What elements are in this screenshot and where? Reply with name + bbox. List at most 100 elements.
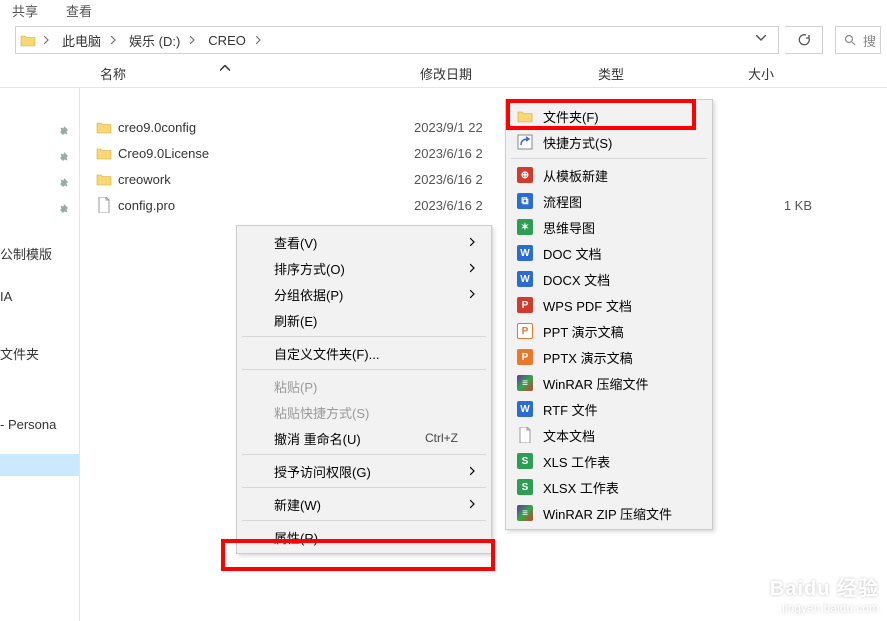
nav-group[interactable]: IA bbox=[0, 285, 79, 308]
menu-label: 粘贴(P) bbox=[274, 377, 317, 396]
chevron-right-icon bbox=[470, 497, 478, 512]
menu-separator bbox=[242, 520, 486, 521]
menu-separator bbox=[242, 369, 486, 370]
menu-label: WinRAR 压缩文件 bbox=[543, 374, 648, 393]
header-size[interactable]: 大小 bbox=[742, 60, 822, 87]
menu-label: PPT 演示文稿 bbox=[543, 322, 624, 341]
file-name: config.pro bbox=[118, 198, 414, 213]
history-dropdown-icon[interactable] bbox=[746, 27, 776, 53]
address-bar[interactable]: 此电脑 娱乐 (D:) CREO bbox=[15, 26, 779, 54]
context-menu: 查看(V) 排序方式(O) 分组依据(P) 刷新(E) 自定义文件夹(F)...… bbox=[236, 225, 492, 554]
watermark-brand: Baidu 经验 bbox=[770, 572, 879, 601]
folder-icon bbox=[94, 120, 114, 134]
menu-sort[interactable]: 排序方式(O) bbox=[240, 255, 488, 281]
refresh-button[interactable] bbox=[785, 26, 823, 54]
menu-new-wpspdf[interactable]: PWPS PDF 文档 bbox=[509, 292, 709, 318]
menu-label: DOC 文档 bbox=[543, 244, 602, 263]
menu-new-rar[interactable]: ≡WinRAR 压缩文件 bbox=[509, 370, 709, 396]
file-icon bbox=[94, 197, 114, 213]
search-icon bbox=[844, 34, 857, 47]
menu-label: 授予访问权限(G) bbox=[274, 462, 371, 481]
header-type[interactable]: 类型 bbox=[592, 60, 742, 87]
menu-separator bbox=[511, 158, 707, 159]
file-name: creo9.0config bbox=[118, 120, 414, 135]
menu-new-pptx[interactable]: P PPTX 演示文稿 bbox=[509, 344, 709, 370]
pinned-item[interactable] bbox=[0, 144, 79, 170]
file-row[interactable]: config.pro 2023/6/16 2 1 KB bbox=[80, 192, 887, 218]
menu-new-rtf[interactable]: WRTF 文件 bbox=[509, 396, 709, 422]
file-row[interactable]: Creo9.0License 2023/6/16 2 bbox=[80, 140, 887, 166]
menu-new-docx[interactable]: WDOCX 文档 bbox=[509, 266, 709, 292]
sort-indicator-icon bbox=[220, 59, 230, 74]
header-date[interactable]: 修改日期 bbox=[414, 60, 592, 87]
chevron-right-icon bbox=[470, 235, 478, 250]
menu-new-doc[interactable]: WDOC 文档 bbox=[509, 240, 709, 266]
menu-label: 撤消 重命名(U) bbox=[274, 429, 361, 448]
menu-label: 属性(R) bbox=[274, 528, 318, 547]
menu-new-shortcut[interactable]: 快捷方式(S) bbox=[509, 129, 709, 155]
pptx-icon: P bbox=[515, 347, 535, 367]
menu-new-flowchart[interactable]: ⧉ 流程图 bbox=[509, 188, 709, 214]
menu-new[interactable]: 新建(W) bbox=[240, 491, 488, 517]
nav-group-selected[interactable] bbox=[0, 454, 79, 476]
chevron-down-icon[interactable] bbox=[38, 27, 58, 53]
chevron-right-icon bbox=[470, 261, 478, 276]
tab-view[interactable]: 查看 bbox=[66, 1, 92, 20]
chevron-right-icon bbox=[470, 287, 478, 302]
file-row[interactable]: creowork 2023/6/16 2 bbox=[80, 166, 887, 192]
menu-undo[interactable]: 撤消 重命名(U)Ctrl+Z bbox=[240, 425, 488, 451]
chevron-right-icon[interactable] bbox=[250, 27, 270, 53]
menu-separator bbox=[242, 454, 486, 455]
menu-new-ppt[interactable]: PPPT 演示文稿 bbox=[509, 318, 709, 344]
menu-label: 查看(V) bbox=[274, 233, 317, 252]
docx-icon: W bbox=[515, 269, 535, 289]
nav-group[interactable]: 文件夹 bbox=[0, 340, 79, 367]
menu-new-zip[interactable]: ≡WinRAR ZIP 压缩文件 bbox=[509, 500, 709, 526]
zip-icon: ≡ bbox=[515, 503, 535, 523]
file-row[interactable]: creo9.0config 2023/9/1 22 bbox=[80, 114, 887, 140]
menu-label: 粘贴快捷方式(S) bbox=[274, 403, 369, 422]
menu-label: 排序方式(O) bbox=[274, 259, 345, 278]
menu-view[interactable]: 查看(V) bbox=[240, 229, 488, 255]
chevron-right-icon[interactable] bbox=[105, 27, 125, 53]
menu-new-xlsx[interactable]: SXLSX 工作表 bbox=[509, 474, 709, 500]
crumb-drive[interactable]: 娱乐 (D:) bbox=[125, 27, 184, 53]
menu-new-txt[interactable]: 文本文档 bbox=[509, 422, 709, 448]
file-name: Creo9.0License bbox=[118, 146, 414, 161]
menu-label: 文本文档 bbox=[543, 426, 595, 445]
folder-icon bbox=[94, 146, 114, 160]
menu-customize-folder[interactable]: 自定义文件夹(F)... bbox=[240, 340, 488, 366]
pinned-item[interactable] bbox=[0, 118, 79, 144]
menu-label: PPTX 演示文稿 bbox=[543, 348, 633, 367]
flowchart-icon: ⧉ bbox=[515, 191, 535, 211]
tab-share[interactable]: 共享 bbox=[12, 1, 38, 20]
folder-icon bbox=[18, 30, 38, 50]
nav-group[interactable]: - Persona bbox=[0, 413, 79, 436]
menu-new-template[interactable]: ⊕从模板新建 bbox=[509, 162, 709, 188]
chevron-right-icon[interactable] bbox=[184, 27, 204, 53]
mindmap-icon: ✶ bbox=[515, 217, 535, 237]
menu-group[interactable]: 分组依据(P) bbox=[240, 281, 488, 307]
menu-label: 分组依据(P) bbox=[274, 285, 343, 304]
menu-new-folder[interactable]: 文件夹(F) bbox=[509, 103, 709, 129]
crumb-folder[interactable]: CREO bbox=[204, 27, 250, 53]
pinned-item[interactable] bbox=[0, 170, 79, 196]
search-input[interactable]: 搜 bbox=[835, 26, 881, 54]
crumb-this-pc[interactable]: 此电脑 bbox=[58, 27, 105, 53]
pinned-item[interactable] bbox=[0, 196, 79, 222]
menu-properties[interactable]: 属性(R) bbox=[240, 524, 488, 550]
menu-label: 流程图 bbox=[543, 192, 582, 211]
menu-label: 刷新(E) bbox=[274, 311, 317, 330]
file-name: creowork bbox=[118, 172, 414, 187]
nav-group[interactable]: 公制模版 bbox=[0, 240, 79, 267]
menu-new-xls[interactable]: SXLS 工作表 bbox=[509, 448, 709, 474]
menu-new-mindmap[interactable]: ✶思维导图 bbox=[509, 214, 709, 240]
folder-icon bbox=[515, 106, 535, 126]
context-submenu-new: 文件夹(F) 快捷方式(S) ⊕从模板新建 ⧉流程图 ✶思维导图 WDOC 文档… bbox=[505, 99, 713, 530]
rtf-icon: W bbox=[515, 399, 535, 419]
menu-refresh[interactable]: 刷新(E) bbox=[240, 307, 488, 333]
menu-access[interactable]: 授予访问权限(G) bbox=[240, 458, 488, 484]
watermark-sub: jingyan.baidu.com bbox=[770, 601, 879, 615]
chevron-right-icon bbox=[470, 464, 478, 479]
header-name[interactable]: 名称 bbox=[94, 60, 414, 87]
